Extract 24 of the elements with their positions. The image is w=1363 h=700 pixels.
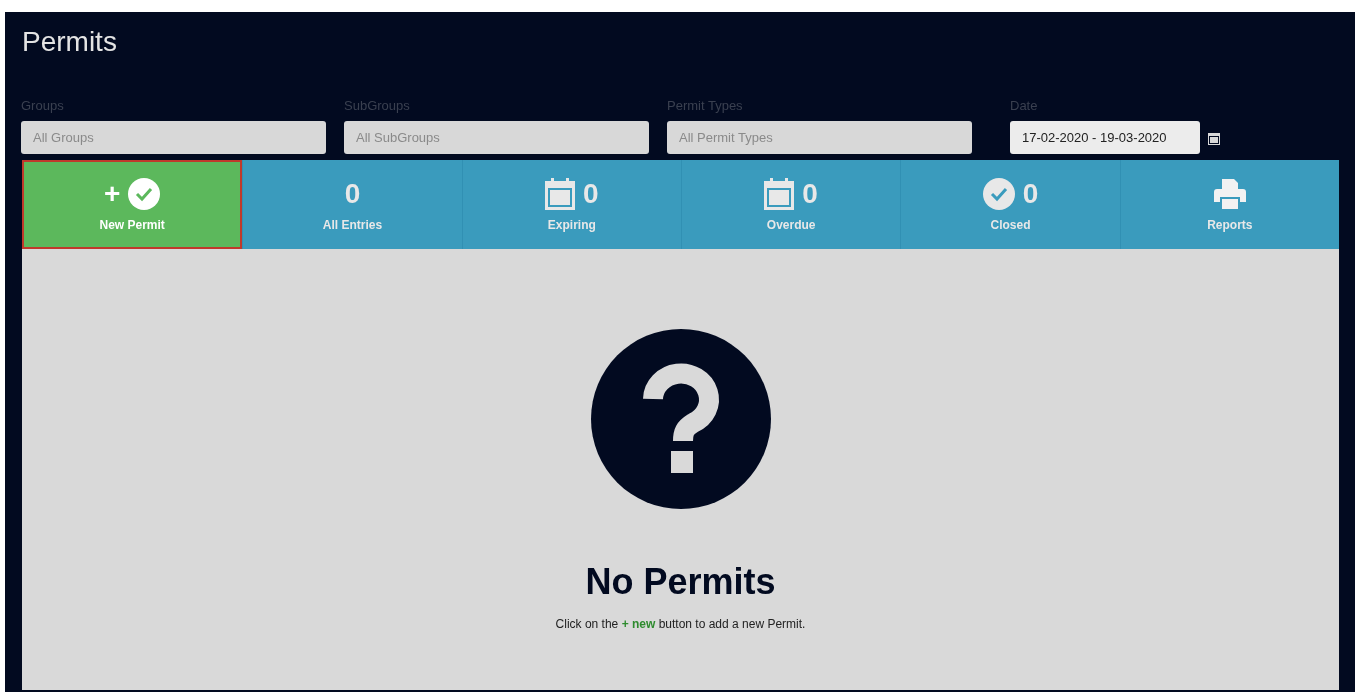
check-circle-icon xyxy=(982,177,1015,210)
filter-label: SubGroups xyxy=(344,98,411,113)
calendar-icon xyxy=(545,177,576,210)
date-field[interactable]: 17-02-2020 - 19-03-2020 xyxy=(1010,121,1200,154)
filter-field[interactable]: All Groups xyxy=(21,121,326,154)
question-mark-icon xyxy=(590,329,771,509)
filter-label: Permit Types xyxy=(667,98,744,113)
date-label: Date xyxy=(1010,98,1039,113)
tile-count: 0 xyxy=(583,177,599,210)
tile-button[interactable]: + New Permit xyxy=(22,160,243,249)
calendar-icon[interactable] xyxy=(1208,130,1220,145)
printer-icon xyxy=(1213,178,1246,209)
filter-field[interactable]: All Permit Types xyxy=(667,121,972,154)
empty-heading: No Permits xyxy=(585,561,776,603)
tile-count: 0 xyxy=(344,177,361,210)
check-circle-icon xyxy=(128,177,161,210)
filter-field[interactable]: All SubGroups xyxy=(344,121,649,154)
page-title: Permits xyxy=(22,26,118,58)
tile-count: 0 xyxy=(1022,177,1039,210)
filter-label: Groups xyxy=(21,98,65,113)
new-link[interactable]: + new xyxy=(621,617,656,631)
tile-count: 0 xyxy=(802,177,818,210)
empty-message: Click on the + new button to add a new Permit. xyxy=(555,617,806,631)
calendar-icon xyxy=(764,177,795,210)
